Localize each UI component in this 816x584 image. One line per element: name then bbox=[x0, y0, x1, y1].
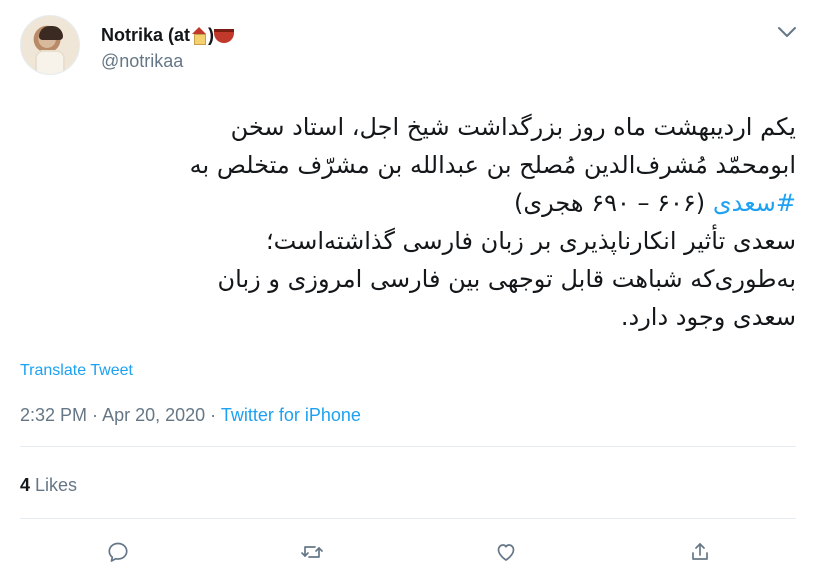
tweet-line: به‌طوری‌که شباهت قابل توجهی بین فارسی ام… bbox=[217, 265, 796, 293]
tweet-line: سعدی وجود دارد. bbox=[620, 303, 796, 331]
tweet-line: ابومحمّد مُشرف‌الدین مُصلح بن عبدالله بن… bbox=[189, 151, 796, 179]
heart-icon[interactable] bbox=[490, 536, 522, 568]
tweet-line: سعدی تأثیر انکارناپذیری بر زبان فارسی گذ… bbox=[266, 227, 796, 255]
author-name[interactable]: Notrika (at) bbox=[101, 25, 235, 46]
reply-icon[interactable] bbox=[102, 536, 134, 568]
bowl-emoji-icon bbox=[214, 29, 235, 43]
meta-separator: · bbox=[87, 405, 103, 425]
author-name-text: Notrika (at bbox=[101, 25, 191, 45]
tweet-time[interactable]: 2:32 PM bbox=[20, 405, 87, 425]
house-emoji-icon bbox=[190, 26, 208, 45]
share-icon[interactable] bbox=[684, 536, 716, 568]
avatar-shirt bbox=[35, 50, 65, 74]
meta-separator: · bbox=[205, 405, 221, 425]
tweet-source-link[interactable]: Twitter for iPhone bbox=[221, 405, 361, 425]
avatar-hair bbox=[39, 26, 63, 40]
tweet-line: یکم اردیبهشت ماه روز بزرگداشت شیخ اجل، ا… bbox=[230, 113, 796, 141]
likes-stat[interactable]: 4 Likes bbox=[20, 475, 77, 496]
chevron-down-icon[interactable] bbox=[776, 24, 798, 40]
tweet-card: Notrika (at) @notrikaa یکم اردیبهشت ماه … bbox=[0, 0, 816, 584]
tweet-text: یکم اردیبهشت ماه روز بزرگداشت شیخ اجل، ا… bbox=[20, 108, 796, 336]
likes-label: Likes bbox=[35, 475, 78, 495]
tweet-line-hashtag: #سعدی (۶۰۶ – ۶۹۰ هجری) bbox=[20, 184, 796, 222]
tweet-meta: 2:32 PM · Apr 20, 2020 · Twitter for iPh… bbox=[20, 405, 361, 426]
hashtag-link[interactable]: #سعدی bbox=[713, 189, 796, 217]
tweet-dates: (۶۰۶ – ۶۹۰ هجری) bbox=[514, 189, 706, 217]
avatar[interactable] bbox=[20, 15, 80, 75]
retweet-icon[interactable] bbox=[296, 536, 328, 568]
divider bbox=[20, 446, 796, 447]
tweet-date[interactable]: Apr 20, 2020 bbox=[102, 405, 205, 425]
divider bbox=[20, 518, 796, 519]
action-bar bbox=[0, 536, 816, 568]
likes-count: 4 bbox=[20, 475, 31, 495]
author-handle[interactable]: @notrikaa bbox=[101, 51, 183, 72]
translate-tweet-link[interactable]: Translate Tweet bbox=[20, 362, 133, 380]
